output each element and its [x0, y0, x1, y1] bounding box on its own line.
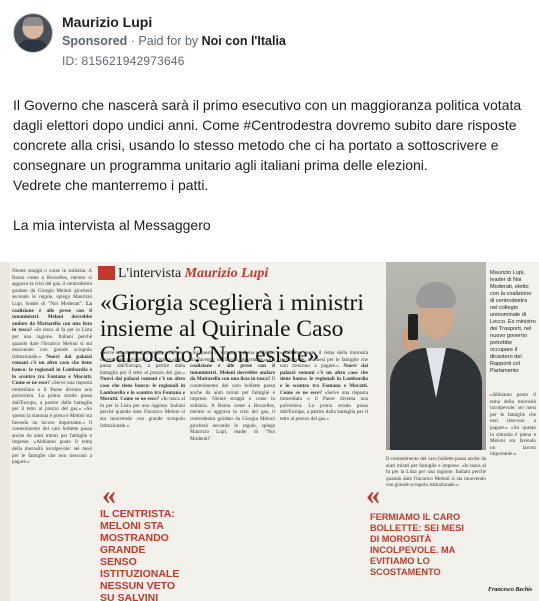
callout-right: Fermiamo il caro bollette: sei mesi di m… [370, 512, 464, 577]
photo-hair-shape [416, 282, 456, 308]
article-column-6: «Abbiamo posto il tema della morosità in… [490, 392, 536, 584]
post-header: Maurizio Lupi Sponsored · Paid for by No… [0, 0, 539, 80]
clipping-edge [0, 262, 10, 601]
article-text: «Su questo la sintonia è piena e Meloni … [190, 350, 275, 363]
author-avatar[interactable] [13, 13, 53, 53]
article-column-1: Niente strappi o corse in solitaria. A R… [12, 268, 92, 598]
article-column-4: «Abbiamo posto il tema della morosità in… [280, 350, 368, 595]
article-column-2: «Serve una risposta immediata o il Paese… [100, 350, 185, 480]
newspaper-clipping-image[interactable]: Niente strappi o corse in solitaria. A R… [0, 262, 539, 601]
callout-quote-icon: « [366, 480, 380, 511]
section-name: Maurizio Lupi [184, 266, 269, 281]
meta-separator: · [127, 34, 139, 48]
portrait-photo [386, 262, 486, 450]
sponsor-line: Sponsored · Paid for by Noi con l'Italia [62, 34, 286, 48]
ad-id: ID: 815621942973646 [62, 54, 185, 68]
paid-for-page-link[interactable]: Noi con l'Italia [202, 34, 286, 48]
message-paragraph: La mia intervista al Messaggero [13, 217, 211, 233]
callout-left: Il centrista: Meloni sta mostrando grand… [100, 508, 180, 601]
photo-caption: Maurizio Lupi, leader di Noi Moderati, e… [490, 270, 536, 374]
avatar-hair-shape [23, 17, 43, 26]
message-paragraph: Il Governo che nascerà sarà il primo ese… [13, 97, 522, 173]
avatar-suit-shape [17, 40, 49, 52]
sponsored-label: Sponsored [62, 34, 128, 48]
section-label: L'intervista Maurizio Lupi [98, 266, 268, 282]
paid-for-prefix: Paid for by [138, 34, 202, 48]
article-text: «Serve una risposta immediata o il Paese… [100, 350, 185, 376]
author-name[interactable]: Maurizio Lupi [62, 14, 152, 30]
article-text: Niente strappi o corse in solitaria. A R… [12, 268, 92, 307]
article-column-3: «Su questo la sintonia è piena e Meloni … [190, 350, 275, 595]
article-text: Niente strappi o corse in solitaria. A R… [190, 396, 275, 442]
message-paragraph: Vedrete che manterremo i patti. [13, 177, 209, 193]
post-message: Il Governo che nascerà sarà il primo ese… [13, 95, 529, 235]
section-label-text: L'intervista [118, 266, 182, 281]
byline: Francesco Bechis [488, 587, 533, 593]
callout-quote-icon: « [102, 480, 116, 511]
phone-icon [408, 314, 418, 340]
